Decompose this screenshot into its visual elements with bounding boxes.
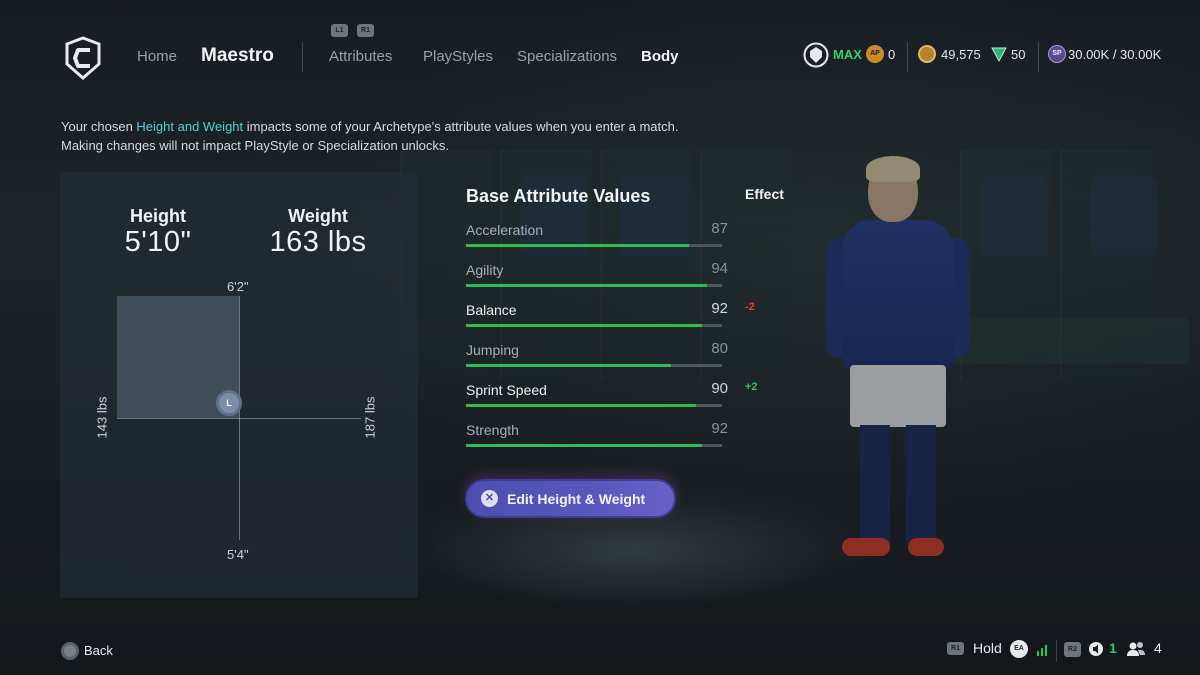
attribute-row: Strength 92 — [466, 420, 766, 462]
height-axis-min: 5'4" — [227, 547, 249, 562]
currency-divider — [907, 42, 908, 72]
weight-label: Weight — [288, 206, 348, 226]
attribute-effect: -2 — [745, 301, 755, 313]
r1-hold-icon: R1 — [947, 642, 964, 655]
intro-text: Your chosen — [61, 119, 137, 134]
attribute-name: Agility — [466, 262, 504, 278]
coins-icon — [918, 45, 936, 63]
ea-icon: EA — [1010, 640, 1028, 658]
body-intro-text: Your chosen Height and Weight impacts so… — [61, 117, 781, 155]
attribute-bar-fill — [466, 244, 689, 247]
attribute-row: Agility 94 — [466, 260, 766, 302]
currency-divider — [1038, 42, 1039, 72]
attribute-bar — [466, 444, 722, 447]
attribute-bar-fill — [466, 364, 671, 367]
players-count: 4 — [1154, 640, 1162, 656]
attribute-bar — [466, 404, 722, 407]
attributes-title: Base Attribute Values — [466, 186, 651, 206]
tab-body[interactable]: Body — [641, 48, 679, 65]
ovr-max-label: MAX — [833, 47, 862, 62]
attribute-name: Strength — [466, 422, 519, 438]
attribute-bar-fill — [466, 284, 707, 287]
height-axis-max: 6'2" — [227, 279, 249, 294]
attribute-bar-fill — [466, 444, 702, 447]
speaker-icon — [1089, 642, 1103, 656]
back-label: Back — [84, 643, 113, 658]
attribute-row: Jumping 80 — [466, 340, 766, 382]
header-divider — [302, 42, 303, 72]
attribute-row: Acceleration 87 — [466, 220, 766, 262]
r2-button-icon: R2 — [1064, 642, 1081, 657]
intro-highlight: Height and Weight — [136, 119, 244, 134]
attribute-row: Balance 92 -2 — [466, 300, 766, 342]
attribute-name: Sprint Speed — [466, 382, 547, 398]
circle-button-icon — [61, 642, 79, 660]
sp-icon: SP — [1048, 45, 1066, 63]
attribute-value: 80 — [711, 340, 728, 357]
ovr-badge-icon — [803, 42, 829, 68]
voice-count: 1 — [1109, 640, 1117, 656]
nav-home[interactable]: Home — [137, 48, 177, 65]
attribute-bar — [466, 284, 722, 287]
clubs-logo-icon — [65, 36, 101, 80]
weight-axis-max: 187 lbs — [362, 396, 378, 439]
attribute-value: 94 — [711, 260, 728, 277]
attribute-bar — [466, 324, 722, 327]
ap-icon: AP — [866, 45, 884, 63]
footer-divider — [1056, 640, 1057, 662]
weight-axis-min: 143 lbs — [94, 396, 110, 439]
points-value: 50 — [1011, 47, 1026, 62]
party-icon — [1127, 642, 1145, 656]
page-title: Maestro — [201, 45, 274, 66]
ap-value: 0 — [888, 47, 896, 62]
l1-button-icon[interactable]: L1 — [331, 24, 348, 37]
coins-value: 49,575 — [941, 47, 981, 62]
effect-title: Effect — [745, 186, 784, 202]
attribute-value: 87 — [711, 220, 728, 237]
attribute-name: Acceleration — [466, 222, 544, 238]
attribute-bar — [466, 364, 722, 367]
points-icon — [991, 47, 1007, 63]
tab-attributes[interactable]: Attributes — [329, 48, 392, 65]
intro-text-line2: Making changes will not impact PlayStyle… — [61, 138, 450, 153]
attribute-row: Sprint Speed 90 +2 — [466, 380, 766, 422]
attribute-effect: +2 — [745, 381, 758, 393]
attribute-bar-fill — [466, 404, 696, 407]
attribute-bar — [466, 244, 722, 247]
attribute-value: 90 — [711, 380, 728, 397]
signal-icon — [1037, 645, 1047, 656]
intro-text: impacts some of your Archetype's attribu… — [243, 119, 679, 134]
body-position-marker[interactable]: L — [216, 390, 242, 416]
attribute-name: Jumping — [466, 342, 519, 358]
attribute-name: Balance — [466, 302, 517, 318]
edit-height-weight-button[interactable]: ✕ Edit Height & Weight — [465, 479, 676, 518]
tab-playstyles[interactable]: PlayStyles — [423, 48, 493, 65]
attribute-value: 92 — [711, 420, 728, 437]
sp-value: 30.00K / 30.00K — [1068, 47, 1162, 62]
edit-height-weight-label: Edit Height & Weight — [507, 491, 646, 507]
weight-axis — [117, 418, 361, 419]
height-label: Height — [130, 206, 186, 226]
height-value: 5'10" — [124, 226, 192, 258]
r1-button-icon[interactable]: R1 — [357, 24, 374, 37]
hold-label: Hold — [973, 640, 1002, 656]
tab-specializations[interactable]: Specializations — [517, 48, 617, 65]
attribute-bar-fill — [466, 324, 702, 327]
weight-value: 163 lbs — [269, 226, 367, 258]
attribute-value: 92 — [711, 300, 728, 317]
cross-button-icon: ✕ — [481, 490, 498, 507]
